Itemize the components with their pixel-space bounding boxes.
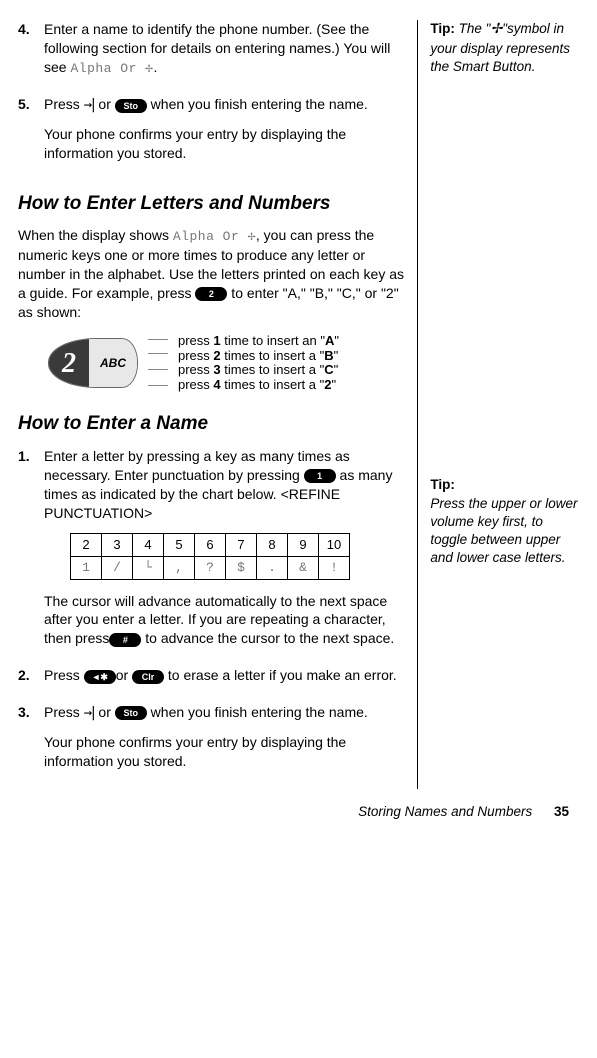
key-2-icon: 2 [195,287,227,301]
sidebar-tip-2: Tip: Press the upper or lower volume key… [430,476,579,567]
star-key-icon: ◄✱ [84,670,116,684]
section-heading: How to Enter Letters and Numbers [18,191,405,217]
name-step3-text: Press →| or Sto when you finish entering… [44,703,405,723]
name-step3-confirm: Your phone confirms your entry by displa… [44,733,405,771]
hash-key-icon: # [109,633,141,647]
step-number: 5. [18,95,44,173]
smart-button-icon: →| [84,96,95,115]
lcd-text: Alpha Or ✢ [70,61,153,76]
step5-confirm: Your phone confirms your entry by displa… [44,125,405,163]
smart-button-icon: →| [84,704,95,723]
punctuation-table: 2 3 4 5 6 7 8 9 10 1 / [70,533,350,580]
name-step2-text: Press ◄✱or Clr to erase a letter if you … [44,666,405,685]
page-footer: Storing Names and Numbers 35 [0,797,597,835]
step-number: 1. [18,447,44,658]
step-number: 2. [18,666,44,695]
clr-button-icon: Clr [132,670,164,684]
step4-text: Enter a name to identify the phone numbe… [44,20,405,77]
step-number: 4. [18,20,44,87]
step-number: 3. [18,703,44,781]
name-step1-after: The cursor will advance automatically to… [44,592,405,649]
clover-icon: ✢ [490,22,502,37]
lcd-text: Alpha Or ✢ [173,229,256,244]
sto-button-icon: Sto [115,99,147,113]
key-figure: 2 ABC press 1 time to insert an "A" pres… [48,334,405,394]
step5-text: Press →| or Sto when you finish entering… [44,95,405,115]
section1-intro: When the display shows Alpha Or ✢, you c… [18,226,405,321]
sto-button-icon: Sto [115,706,147,720]
sidebar-tip-1: Tip: The "✢"symbol in your display repre… [430,20,579,76]
key-legend: press 1 time to insert an "A" press 2 ti… [178,334,339,394]
footer-section: Storing Names and Numbers [358,804,532,819]
page-number: 35 [554,804,569,819]
name-step1-text: Enter a letter by pressing a key as many… [44,447,405,523]
key-1-icon: 1 [304,469,336,483]
key-2-shape: 2 ABC [48,338,138,388]
section-heading: How to Enter a Name [18,411,405,437]
